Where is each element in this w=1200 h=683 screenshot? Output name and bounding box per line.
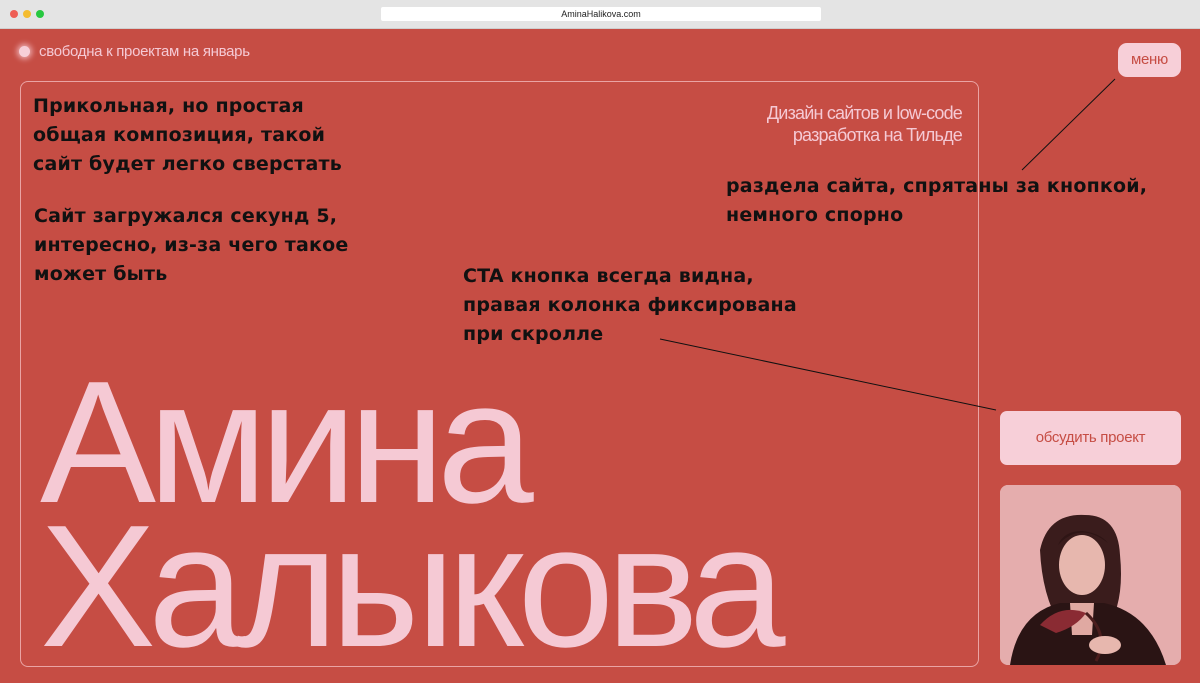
portrait-illustration <box>1000 485 1181 665</box>
status-indicator-icon <box>19 46 30 57</box>
menu-button[interactable]: меню <box>1118 43 1181 77</box>
availability-status: свободна к проектам на январь <box>19 43 250 60</box>
address-bar[interactable]: AminaHalikova.com <box>381 7 821 21</box>
close-window-icon[interactable] <box>10 10 18 18</box>
pointer-line-menu <box>1021 78 1116 171</box>
annotation-composition: Прикольная, но простая общая композиция,… <box>33 95 342 175</box>
annotation-load-time: Сайт загружался секунд 5, интересно, из-… <box>34 205 349 285</box>
annotation-menu: раздела сайта, спрятаны за кнопкой, немн… <box>726 175 1148 226</box>
hero-tagline: Дизайн сайтов и low-code разработка на Т… <box>766 103 963 145</box>
page-content: свободна к проектам на январь Дизайн сай… <box>0 29 1200 676</box>
portrait-photo <box>1000 485 1181 665</box>
hero-name-last: Халыкова <box>40 488 786 683</box>
browser-toolbar: AminaHalikova.com <box>0 0 1200 29</box>
annotation-cta: CTA кнопка всегда видна, правая колонка … <box>463 265 797 345</box>
discuss-project-button[interactable]: обсудить проект <box>1000 411 1181 465</box>
maximize-window-icon[interactable] <box>36 10 44 18</box>
minimize-window-icon[interactable] <box>23 10 31 18</box>
status-text: свободна к проектам на январь <box>39 43 250 60</box>
